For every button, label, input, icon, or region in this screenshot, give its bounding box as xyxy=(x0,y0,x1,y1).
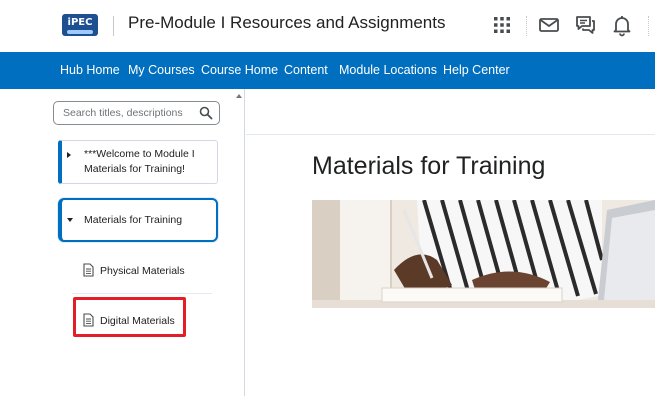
nav-my-courses[interactable]: My Courses xyxy=(128,63,195,77)
nav-course-home[interactable]: Course Home xyxy=(201,63,278,77)
chat-icon[interactable] xyxy=(573,13,597,37)
collapse-caret-icon[interactable] xyxy=(67,218,73,222)
search-icon[interactable] xyxy=(199,106,213,120)
expand-caret-icon[interactable] xyxy=(67,152,71,158)
hero-image xyxy=(312,200,655,324)
bell-icon[interactable] xyxy=(610,13,634,37)
logo-underline xyxy=(67,30,93,34)
module-welcome[interactable]: ***Welcome to Module I Materials for Tra… xyxy=(58,140,218,184)
content-sidebar xyxy=(0,89,245,396)
apps-grid-icon[interactable] xyxy=(490,13,514,37)
module-label: ***Welcome to Module I Materials for Tra… xyxy=(84,148,195,175)
nav-module-locations[interactable]: Module Locations xyxy=(339,63,437,77)
top-header: iPEC Pre-Module I Resources and Assignme… xyxy=(0,0,655,52)
header-divider xyxy=(526,16,527,36)
module-label: Materials for Training xyxy=(84,214,183,226)
nav-hub-home[interactable]: Hub Home xyxy=(60,63,120,77)
divider xyxy=(246,134,655,135)
ipec-logo[interactable]: iPEC xyxy=(62,14,98,36)
topic-label: Physical Materials xyxy=(100,265,185,277)
topic-physical-materials[interactable]: Physical Materials xyxy=(80,260,212,282)
scroll-up-arrow[interactable] xyxy=(236,94,242,98)
course-title[interactable]: Pre-Module I Resources and Assignments xyxy=(128,13,446,33)
document-icon xyxy=(83,263,94,277)
header-divider xyxy=(648,16,649,36)
divider xyxy=(72,293,212,294)
mail-icon[interactable] xyxy=(537,13,561,37)
search-input[interactable]: Search titles, descriptions xyxy=(53,101,220,125)
search-placeholder: Search titles, descriptions xyxy=(63,107,183,119)
highlight-box xyxy=(73,297,186,337)
nav-bar: Hub Home My Courses Course Home Content … xyxy=(0,52,655,89)
logo-text: iPEC xyxy=(67,17,93,28)
page-title: Materials for Training xyxy=(312,152,546,180)
module-materials-for-training[interactable]: Materials for Training xyxy=(58,198,218,242)
header-divider xyxy=(113,16,114,36)
nav-help-center[interactable]: Help Center xyxy=(443,63,510,77)
nav-content[interactable]: Content xyxy=(284,63,328,77)
